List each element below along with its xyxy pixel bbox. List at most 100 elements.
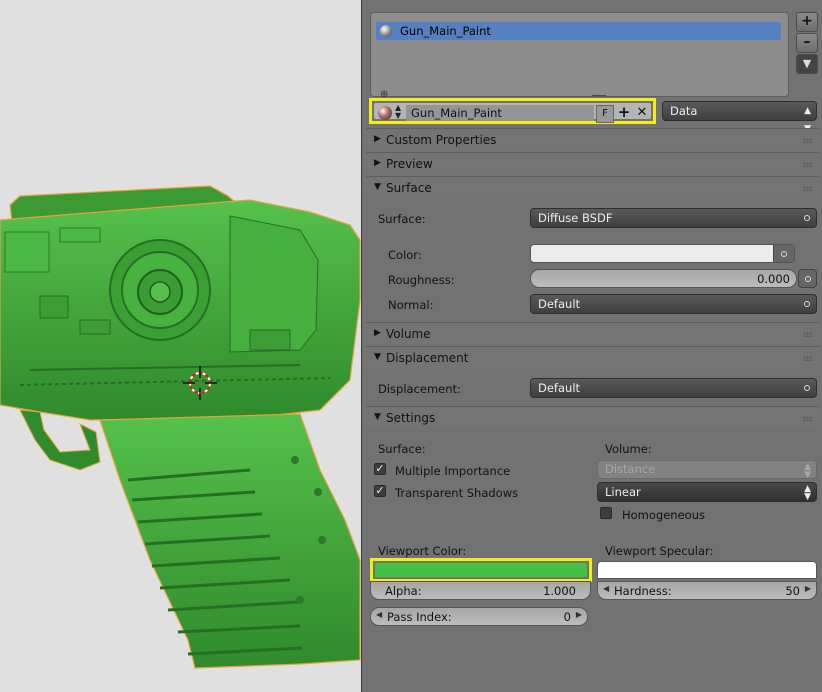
drag-handle-icon[interactable] [803, 356, 813, 361]
roughness-socket-button[interactable] [798, 269, 817, 288]
viewport-color-swatch[interactable] [375, 563, 587, 577]
material-slot-list[interactable]: Gun_Main_Paint ⊕ [370, 12, 789, 101]
section-settings[interactable]: ▼ Settings [366, 406, 819, 429]
section-title: Volume [386, 327, 431, 341]
color-label: Color: [388, 248, 422, 262]
decrement-arrow-icon[interactable]: ◀ [376, 610, 382, 619]
plus-icon: + [617, 103, 631, 121]
socket-icon [781, 251, 787, 257]
volume-sampling-dropdown[interactable]: Distance ▲ ▼ [597, 460, 817, 480]
color-field[interactable] [530, 244, 795, 263]
material-name-field[interactable]: Gun_Main_Paint [406, 105, 594, 121]
browse-arrows-icon[interactable]: ▲ ▼ [395, 104, 401, 120]
section-displacement[interactable]: ▼ Displacement [366, 346, 819, 369]
volume-interpolation-dropdown[interactable]: Linear ▲ ▼ [597, 482, 817, 502]
settings-surface-label: Surface: [378, 442, 426, 456]
viewport-color-field[interactable] [370, 558, 592, 582]
expand-triangle-icon: ▶ [374, 328, 381, 338]
multiple-importance-checkbox[interactable]: ✓ [374, 463, 386, 475]
settings-volume-label: Volume: [605, 442, 652, 456]
section-custom-properties[interactable]: ▶ Custom Properties [366, 128, 819, 151]
3d-viewport[interactable] [0, 0, 362, 692]
section-title: Custom Properties [386, 133, 497, 147]
material-slot-name: Gun_Main_Paint [400, 24, 491, 38]
section-surface[interactable]: ▼ Surface [366, 176, 819, 199]
expand-triangle-icon: ▶ [374, 158, 381, 168]
normal-label: Normal: [388, 298, 434, 312]
close-icon: ✕ [636, 105, 648, 120]
add-slot-button[interactable]: + [796, 12, 818, 32]
alpha-value: 1.000 [543, 584, 576, 598]
displacement-label: Displacement: [378, 382, 461, 396]
fake-user-button[interactable]: F [596, 105, 614, 123]
pass-index-field[interactable]: ◀ Pass Index: 0 ▶ [370, 607, 588, 626]
material-sphere-icon[interactable] [378, 106, 392, 120]
hardness-slider[interactable]: ◀ Hardness: 50 ▶ [597, 581, 817, 600]
alpha-label: Alpha: [385, 584, 422, 598]
slot-specials-button[interactable]: ▼ [796, 54, 818, 74]
minus-icon: – [803, 34, 811, 50]
roughness-slider[interactable]: 0.000 [530, 269, 797, 288]
decrement-arrow-icon[interactable]: ◀ [603, 584, 609, 593]
socket-icon [804, 301, 810, 307]
displacement-dropdown[interactable]: Default [530, 378, 817, 398]
socket-button[interactable] [773, 245, 794, 262]
up-down-arrow-icon: ▲▼ [804, 462, 811, 480]
collapse-triangle-icon: ▼ [374, 412, 381, 422]
section-title: Surface [386, 181, 432, 195]
increment-arrow-icon[interactable]: ▶ [805, 584, 811, 593]
section-title: Displacement [386, 351, 469, 365]
displacement-value: Default [538, 381, 581, 395]
volume-interpolation-value: Linear [605, 485, 641, 499]
checkmark-icon: ✓ [375, 462, 385, 475]
surface-shader-dropdown[interactable]: Diffuse BSDF [530, 208, 817, 228]
viewport-color-label: Viewport Color: [378, 544, 467, 558]
roughness-label: Roughness: [388, 273, 455, 287]
drag-handle-icon[interactable] [803, 162, 813, 167]
new-material-button[interactable]: + [616, 105, 632, 121]
checkmark-icon: ✓ [375, 484, 385, 497]
socket-icon [805, 276, 811, 282]
collapse-triangle-icon: ▼ [374, 182, 381, 192]
increment-arrow-icon[interactable]: ▶ [576, 610, 582, 619]
gun-model [0, 185, 361, 669]
link-dropdown[interactable]: Data ▲▼ [662, 101, 817, 134]
hardness-value: 50 [785, 584, 800, 598]
plus-icon: + [801, 13, 813, 29]
roughness-value: 0.000 [757, 272, 790, 286]
unlink-material-button[interactable]: ✕ [634, 105, 650, 121]
drag-handle-icon[interactable] [803, 138, 813, 143]
drag-handle-icon[interactable] [803, 416, 813, 421]
volume-sampling-value: Distance [605, 462, 656, 476]
down-arrow-icon: ▼ [802, 57, 812, 70]
viewport-specular-swatch[interactable] [597, 561, 817, 579]
link-dropdown-value: Data [670, 104, 698, 118]
normal-value: Default [538, 297, 581, 311]
transparent-shadows-checkbox[interactable]: ✓ [374, 485, 386, 497]
surface-shader-value: Diffuse BSDF [538, 211, 613, 225]
transparent-shadows-label: Transparent Shadows [395, 486, 519, 500]
material-properties-panel: Gun_Main_Paint ⊕ + – ▼ ▲ ▼ Gun_Main_Paint… [362, 0, 822, 692]
section-volume[interactable]: ▶ Volume [366, 322, 819, 345]
collapse-triangle-icon: ▼ [374, 352, 381, 362]
homogeneous-label: Homogeneous [622, 508, 705, 522]
surface-label: Surface: [378, 212, 426, 226]
material-slot-row[interactable]: Gun_Main_Paint [376, 22, 781, 40]
section-title: Settings [386, 411, 436, 425]
pass-index-label: Pass Index: [387, 610, 452, 624]
drag-handle-icon[interactable] [803, 332, 813, 337]
homogeneous-checkbox[interactable] [600, 507, 612, 519]
normal-dropdown[interactable]: Default [530, 294, 817, 314]
hardness-label: Hardness: [614, 584, 672, 598]
section-preview[interactable]: ▶ Preview [366, 152, 819, 175]
alpha-slider[interactable]: Alpha: 1.000 [370, 581, 591, 600]
drag-handle-icon[interactable] [803, 186, 813, 191]
remove-slot-button[interactable]: – [796, 33, 818, 53]
multiple-importance-label: Multiple Importance [395, 464, 511, 478]
pass-index-value: 0 [563, 610, 571, 624]
section-title: Preview [386, 157, 433, 171]
expand-triangle-icon: ▶ [374, 134, 381, 144]
material-selector[interactable]: ▲ ▼ Gun_Main_Paint F + ✕ [369, 98, 656, 124]
material-sphere-icon [380, 25, 392, 37]
up-down-arrow-icon: ▲▼ [804, 484, 811, 502]
